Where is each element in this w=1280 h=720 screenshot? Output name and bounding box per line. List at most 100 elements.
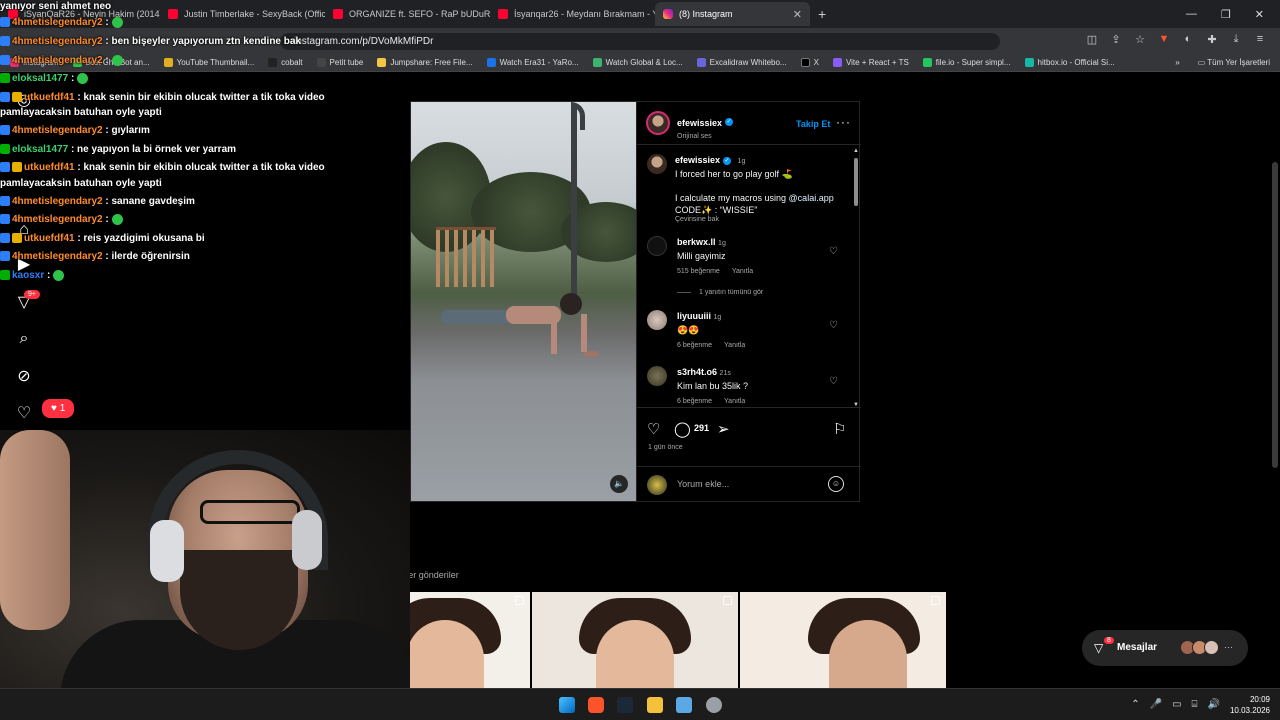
download-icon[interactable]: ⤓ (1230, 33, 1242, 46)
emoji-icon[interactable]: ☺ (828, 476, 844, 492)
more-bookmarks-button[interactable]: » (1175, 58, 1179, 67)
like-comment-icon[interactable]: ♡ (829, 246, 838, 257)
instagram-icon (663, 9, 673, 19)
save-icon[interactable]: ⚐ (833, 420, 846, 438)
messages-button[interactable]: ▽ 8 Mesajlar ··· (1082, 630, 1248, 666)
post-actions: ♡ ◯ 291 ➢ ⚐ (637, 420, 861, 444)
grid-post[interactable] (532, 592, 738, 688)
close-tab-icon[interactable]: ✕ (793, 8, 802, 21)
reply-button[interactable]: Yanıtla (724, 398, 745, 405)
network-icon[interactable]: ⌸ (1192, 699, 1198, 710)
commenter-avatar[interactable] (647, 236, 667, 256)
new-tab-button[interactable]: + (818, 6, 826, 22)
heart-icon[interactable]: ♡ (12, 401, 36, 425)
like-comment-icon[interactable]: ♡ (829, 376, 838, 387)
caption-username[interactable]: efewissiex (675, 155, 720, 165)
notification-badge: 9+ (24, 290, 40, 299)
view-replies-button[interactable]: 1 yanıtın tümünü gör (699, 289, 763, 296)
menu-icon[interactable]: ≡ (1254, 33, 1266, 46)
browser-tab[interactable]: ORGANIZE ft. SEFO - RaP bUDuR bEy (325, 2, 490, 26)
url-field[interactable]: instagram.com/p/DVoMkMfiPDr (280, 33, 1000, 50)
bookmark-label: Jumpshare: Free File... (390, 58, 473, 67)
streamer-webcam (0, 430, 410, 688)
scroll-up-icon[interactable]: ▲ (853, 148, 859, 154)
share-icon[interactable]: ⇪ (1110, 33, 1122, 46)
file-explorer-icon[interactable] (647, 697, 663, 713)
likes-notification-bubble[interactable]: ♥ 1 (42, 399, 75, 418)
photos-icon[interactable] (676, 697, 692, 713)
clock-time: 20:09 (1249, 695, 1270, 704)
like-comment-icon[interactable]: ♡ (829, 320, 838, 331)
reply-button[interactable]: Yanıtla (724, 342, 745, 349)
bookmark-item[interactable]: X (800, 58, 819, 67)
restore-button[interactable]: ❐ (1221, 8, 1231, 21)
brave-browser-icon[interactable] (588, 697, 604, 713)
current-user-avatar[interactable] (647, 475, 667, 495)
scroll-thumb[interactable] (854, 158, 858, 206)
bookmark-item[interactable]: Jumpshare: Free File... (377, 58, 473, 67)
author-avatar[interactable] (646, 111, 670, 135)
bookmark-star-icon[interactable]: ☆ (1134, 33, 1146, 46)
chat-badge-icon (12, 92, 22, 103)
comment-likes[interactable]: 6 beğenme (677, 398, 712, 405)
taskbar-clock[interactable]: 20:09 10.03.2026 (1230, 694, 1270, 716)
comment-composer: ☺ (637, 466, 861, 501)
comments-scrollbar[interactable]: ▲ ▼ (853, 148, 859, 410)
bookmark-item[interactable]: file.io - Super simpl... (922, 58, 1011, 67)
comment-username[interactable]: liyuuuiii (677, 311, 711, 321)
share-icon[interactable]: ➢ (717, 420, 730, 438)
reply-button[interactable]: Yanıtla (732, 268, 753, 275)
brave-shield-icon[interactable]: ▼ (1158, 33, 1170, 46)
bookmark-item[interactable]: hitbox.io - Official Si... (1024, 58, 1115, 67)
screen-cast-icon[interactable]: ◫ (1086, 33, 1098, 46)
mention-link[interactable]: @calai.app (789, 193, 834, 203)
audio-label[interactable]: Orijinal ses (677, 133, 733, 140)
comment-input[interactable] (677, 477, 817, 491)
chat-badge-icon (12, 233, 22, 244)
steam-icon[interactable] (617, 697, 633, 713)
author-username[interactable]: efewissiex (677, 118, 722, 128)
browser-tab-active[interactable]: (8) Instagram ✕ (655, 2, 810, 26)
tab-title: İsyanqar26 - Meydanı Bırakmam - Yo (514, 9, 655, 19)
post-video[interactable]: 🔈 (411, 102, 636, 501)
scroll-down-icon[interactable]: ▼ (853, 402, 859, 408)
bookmark-item[interactable]: Vite + React + TS (832, 58, 909, 67)
mute-toggle-icon[interactable]: 🔈 (610, 475, 628, 493)
obs-icon[interactable] (706, 697, 722, 713)
display-icon[interactable]: ▭ (1172, 699, 1181, 710)
minimize-button[interactable]: — (1186, 8, 1197, 21)
search-icon[interactable]: ⌕ (12, 327, 36, 351)
author-avatar[interactable] (647, 154, 667, 174)
chevron-up-icon[interactable]: ⌃ (1131, 699, 1139, 710)
comment-count: 291 (694, 423, 710, 433)
comment-icon[interactable]: ◯ (674, 420, 691, 438)
volume-icon[interactable]: 🔊 (1208, 699, 1220, 710)
bookmark-item[interactable]: Excalidraw Whitebo... (696, 58, 787, 67)
post-timestamp: 1 gün önce (648, 444, 683, 451)
all-bookmarks-folder[interactable]: ▭ Tüm Yer İşaretleri (1198, 58, 1270, 67)
bookmark-item[interactable]: Watch Global & Loc... (592, 58, 683, 67)
close-window-button[interactable]: ✕ (1255, 8, 1264, 21)
page-scrollbar[interactable] (1272, 162, 1278, 468)
microphone-icon[interactable]: 🎤 (1150, 699, 1162, 710)
puzzle-extensions-icon[interactable]: ✚ (1206, 33, 1218, 46)
grid-post[interactable] (740, 592, 946, 688)
comment-username[interactable]: s3rh4t.o6 (677, 367, 717, 377)
extension-icon[interactable]: ◐ (1182, 33, 1194, 46)
more-options-icon[interactable]: ··· (836, 115, 851, 129)
chat-message: 4hmetislegendary2 : (0, 16, 123, 29)
comment-likes[interactable]: 6 beğenme (677, 342, 712, 349)
bookmark-item[interactable]: Watch Era31 - YaRo... (486, 58, 579, 67)
follow-button[interactable]: Takip Et (796, 119, 830, 129)
caption-age: 1g (737, 158, 746, 165)
commenter-avatar[interactable] (647, 310, 667, 330)
browser-tab[interactable]: İsyanqar26 - Meydanı Bırakmam - Yo (490, 2, 655, 26)
explore-icon[interactable]: ⊘ (12, 364, 36, 388)
like-icon[interactable]: ♡ (647, 420, 660, 438)
translate-link[interactable]: Çevirisine bak (675, 216, 845, 223)
commenter-avatar[interactable] (647, 366, 667, 386)
start-menu-icon[interactable] (559, 697, 575, 713)
divider (677, 291, 691, 293)
comment-username[interactable]: berkwx.ll (677, 237, 716, 247)
comment-likes[interactable]: 515 beğenme (677, 268, 720, 275)
